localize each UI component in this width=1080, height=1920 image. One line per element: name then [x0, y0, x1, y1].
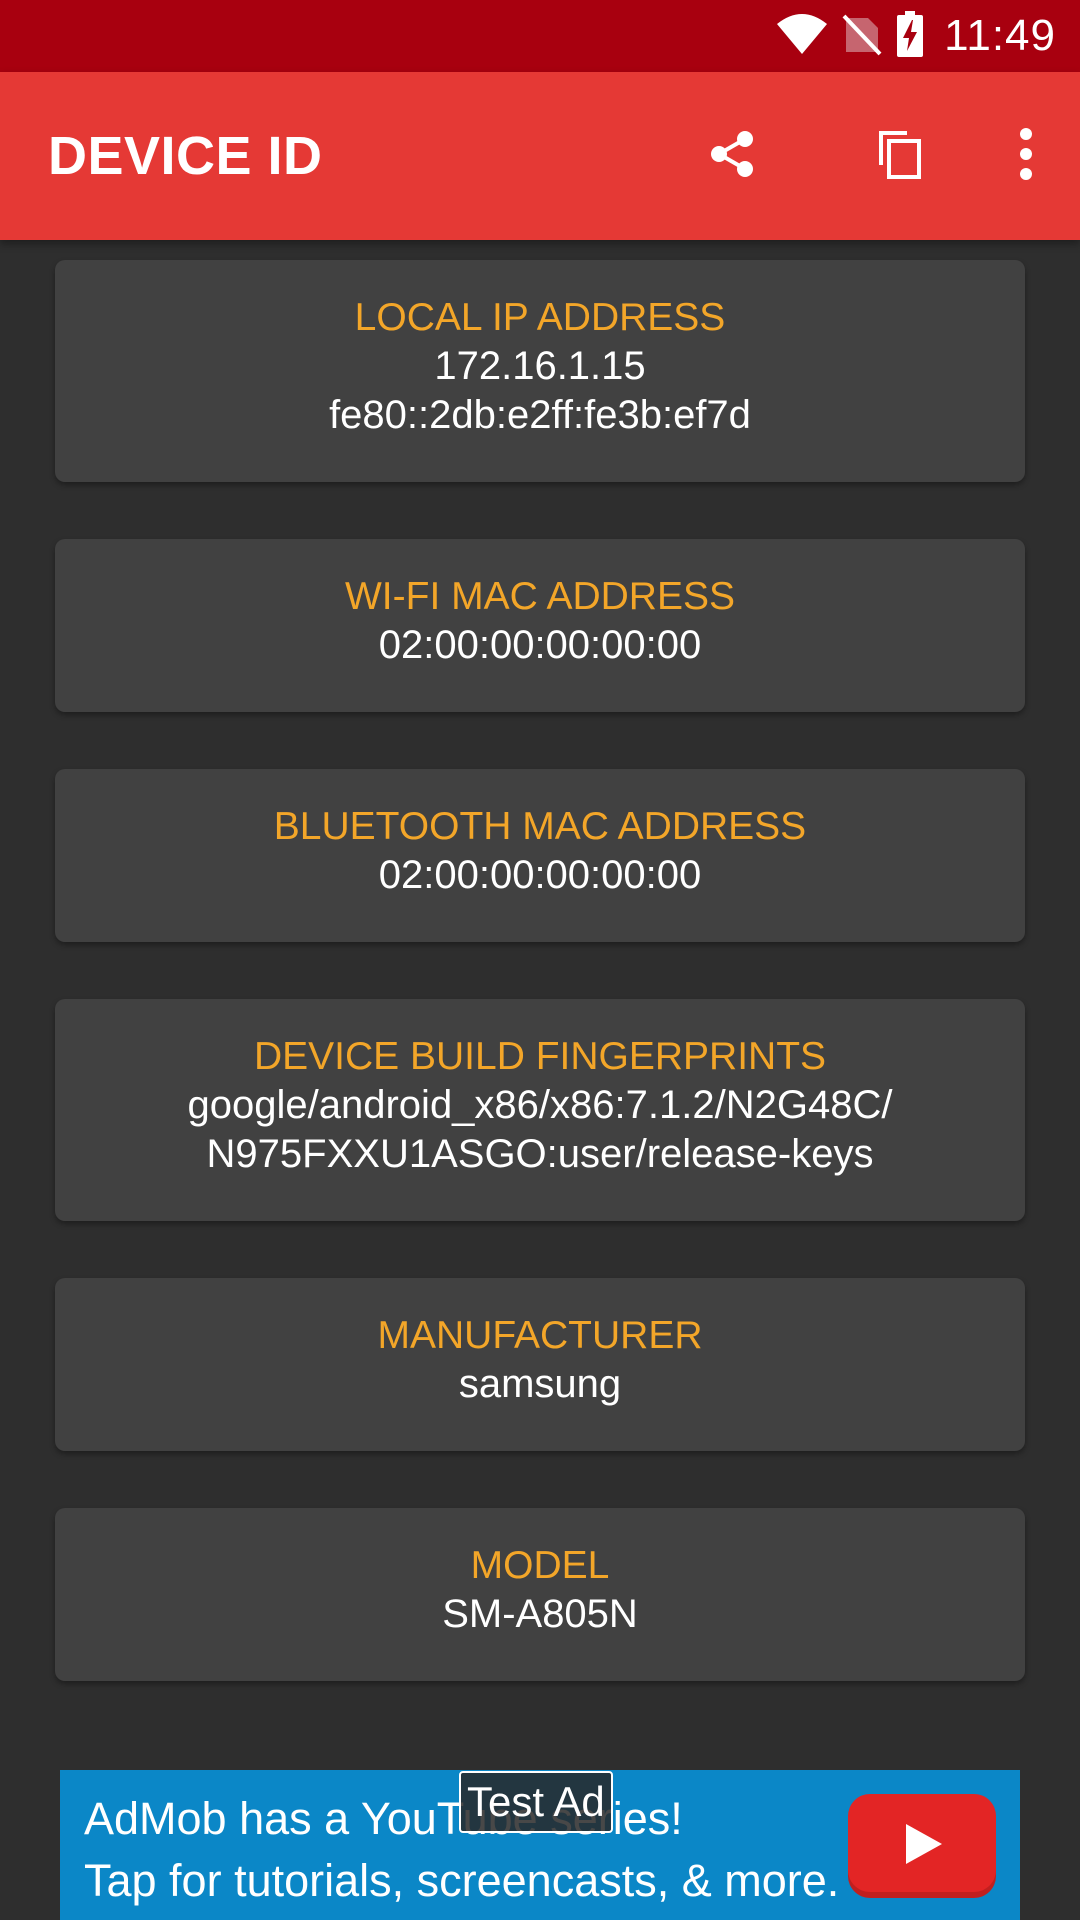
card-label: BLUETOOTH MAC ADDRESS [273, 805, 807, 848]
card-value: 02:00:00:00:00:00 [378, 623, 702, 667]
card-value: samsung [458, 1362, 622, 1406]
no-sim-icon [842, 12, 882, 61]
more-vert-icon [1018, 127, 1034, 185]
youtube-play-button[interactable] [848, 1794, 996, 1898]
share-icon [707, 129, 757, 184]
card-value: 02:00:00:00:00:00 [378, 853, 702, 897]
test-ad-label: Test Ad [459, 1771, 613, 1833]
app-title: DEVICE ID [48, 126, 323, 186]
card-local-ip[interactable]: LOCAL IP ADDRESS 172.16.1.15 fe80::2db:e… [55, 260, 1025, 482]
card-value: 172.16.1.15 fe80::2db:e2ff:fe3b:ef7d [329, 344, 751, 437]
app-actions [672, 72, 1080, 240]
more-options-button[interactable] [978, 96, 1074, 216]
card-label: WI-FI MAC ADDRESS [344, 575, 736, 618]
card-label: MANUFACTURER [377, 1314, 703, 1357]
status-bar: 11:49 [0, 0, 1080, 72]
copy-button[interactable] [840, 96, 960, 216]
card-label: LOCAL IP ADDRESS [354, 296, 726, 339]
card-manufacturer[interactable]: MANUFACTURER samsung [55, 1278, 1025, 1451]
card-wifi-mac[interactable]: WI-FI MAC ADDRESS 02:00:00:00:00:00 [55, 539, 1025, 712]
wifi-icon [776, 12, 828, 61]
card-value: google/android_x86/x86:7.1.2/N2G48C/ N97… [187, 1083, 893, 1176]
battery-charging-icon [896, 10, 924, 62]
status-time: 11:49 [944, 11, 1056, 60]
app-bar: DEVICE ID [0, 72, 1080, 240]
card-value: SM-A805N [442, 1592, 638, 1636]
youtube-play-icon [898, 1820, 946, 1873]
card-label: DEVICE BUILD FINGERPRINTS [253, 1035, 827, 1078]
card-build-fingerprints[interactable]: DEVICE BUILD FINGERPRINTS google/android… [55, 999, 1025, 1221]
card-model[interactable]: MODEL SM-A805N [55, 1508, 1025, 1681]
share-button[interactable] [672, 96, 792, 216]
card-bluetooth-mac[interactable]: BLUETOOTH MAC ADDRESS 02:00:00:00:00:00 [55, 769, 1025, 942]
status-icons: 11:49 [776, 0, 1056, 72]
copy-icon [877, 129, 923, 184]
card-label: MODEL [470, 1544, 610, 1587]
